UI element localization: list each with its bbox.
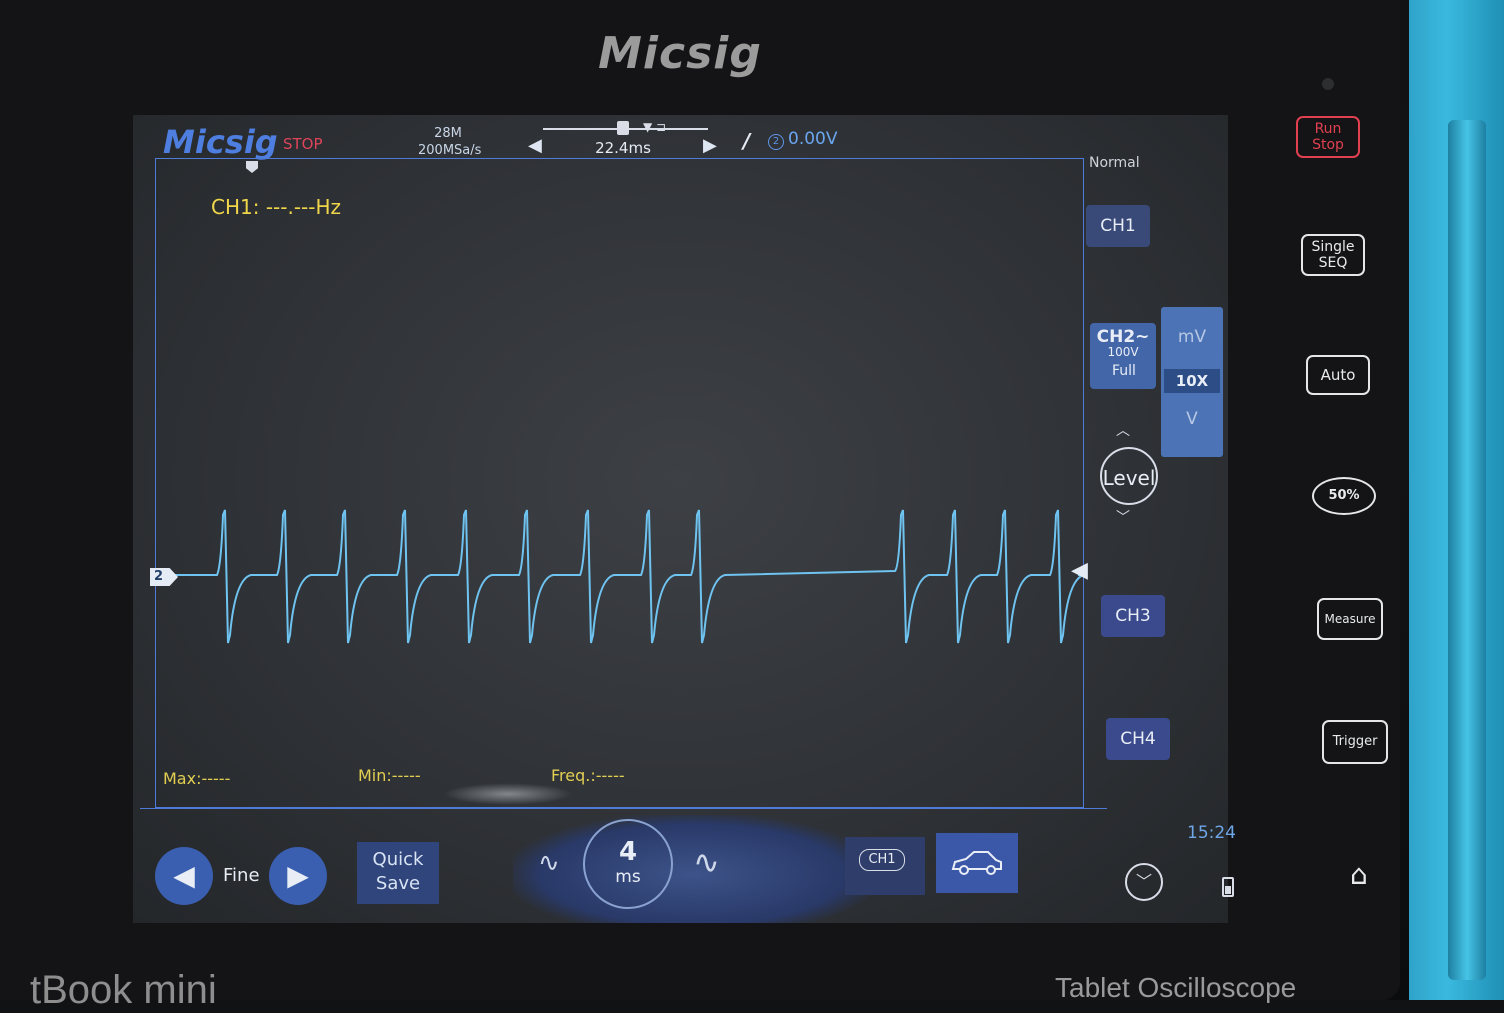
run-label: Run (1314, 121, 1342, 137)
single-label: Single (1311, 239, 1355, 255)
home-icon[interactable]: ⌂ (1350, 858, 1368, 891)
quick-save-line1: Quick (372, 849, 424, 870)
unit-mv-button[interactable]: mV (1161, 327, 1223, 347)
measure-max: Max:----- (163, 769, 231, 788)
trigger-button[interactable]: Trigger (1322, 720, 1388, 764)
rubber-bumper (1409, 0, 1504, 1000)
oscilloscope-screen: Micsig STOP 28M 200MSa/s ▼ ⊐ ◀ 22.4ms ▶ … (133, 115, 1236, 923)
ch2-trace (173, 509, 1085, 644)
seq-label: SEQ (1318, 255, 1348, 271)
auto-button[interactable]: Auto (1306, 355, 1370, 395)
ch2-button[interactable]: CH2~ 100V (1090, 323, 1156, 389)
quick-save-button[interactable]: Quick Save (357, 842, 439, 904)
quick-save-line2: Save (375, 873, 421, 894)
timebase-expand-wave-icon[interactable]: ∿ (693, 843, 720, 881)
level-knob[interactable]: Level (1100, 447, 1158, 505)
stop-label: Stop (1312, 137, 1344, 153)
model-name: tBook mini (30, 968, 217, 1012)
trigger-level-arrow-icon[interactable]: ◀ (1071, 558, 1088, 583)
bumper-grip (1448, 120, 1486, 980)
measure-min: Min:----- (358, 766, 421, 785)
camera-dot (1322, 78, 1334, 90)
single-seq-button[interactable]: Single SEQ (1301, 234, 1365, 276)
level-up-chevron-icon[interactable]: ︿ (1116, 420, 1130, 440)
run-stop-button[interactable]: Run Stop (1296, 116, 1360, 158)
fifty-percent-button[interactable]: 50% (1312, 477, 1376, 515)
channel-select-tab[interactable]: CH1 (845, 837, 925, 895)
ch1-button[interactable]: CH1 (1086, 205, 1150, 247)
measure-button[interactable]: Measure (1317, 598, 1383, 640)
clock: 15:24 (1187, 823, 1236, 843)
probe-attenuation[interactable]: 10X (1164, 369, 1220, 393)
fine-label[interactable]: Fine (223, 865, 260, 886)
oscilloscope-device: Micsig tBook mini Tablet Oscilloscope Ru… (0, 0, 1504, 1012)
ch2-volts-per-div: 100V (1107, 345, 1139, 359)
timebase-unit: ms (615, 867, 641, 887)
vertical-scale-panel[interactable]: mV 10X V (1161, 307, 1223, 457)
automotive-mode-button[interactable] (936, 833, 1018, 893)
device-brand-logo: Micsig (598, 28, 762, 79)
menu-chevron-down-icon[interactable]: ﹀ (1125, 863, 1163, 901)
device-description: Tablet Oscilloscope (1055, 972, 1297, 1003)
level-down-chevron-icon[interactable]: ﹀ (1116, 507, 1130, 527)
fine-right-arrow-button[interactable]: ▶ (269, 847, 327, 905)
ch2-waveform (173, 509, 1085, 644)
unit-v-button[interactable]: V (1161, 409, 1223, 429)
screen-smudge (443, 783, 573, 805)
ch4-button[interactable]: CH4 (1106, 718, 1170, 760)
timebase-value[interactable]: 4 ms (583, 819, 673, 909)
car-icon (951, 851, 1002, 875)
battery-icon (1222, 877, 1234, 897)
ch3-button[interactable]: CH3 (1101, 595, 1165, 637)
ch2-label: CH2~ (1096, 327, 1150, 347)
ch2-bandwidth: Full (1112, 363, 1136, 379)
ch1-tab-label: CH1 (859, 849, 905, 871)
timebase-number: 4 (618, 837, 638, 867)
fine-left-arrow-button[interactable]: ◀ (155, 847, 213, 905)
timebase-compress-wave-icon[interactable]: ∿ (538, 848, 560, 878)
